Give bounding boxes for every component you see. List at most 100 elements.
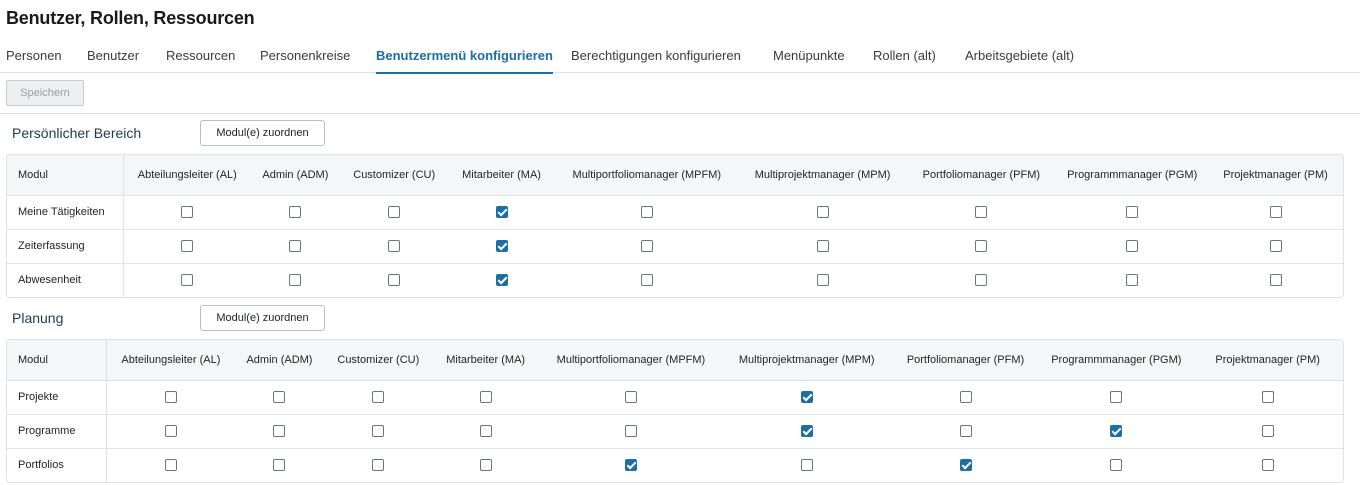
table-row: Meine Tätigkeiten [7, 195, 1343, 230]
role-module-checkbox[interactable] [164, 425, 177, 438]
role-module-checkbox[interactable] [1261, 459, 1274, 472]
role-module-checkbox[interactable] [800, 391, 813, 404]
role-cell [890, 380, 1041, 415]
role-module-checkbox[interactable] [959, 391, 972, 404]
role-module-checkbox[interactable] [959, 425, 972, 438]
role-module-checkbox[interactable] [181, 240, 194, 253]
tab-label: Menüpunkte [773, 48, 845, 63]
role-module-checkbox[interactable] [372, 459, 385, 472]
tab-benutzermenue-konfigurieren[interactable]: Benutzermenü konfigurieren [376, 48, 553, 74]
role-cell [738, 229, 907, 264]
role-module-checkbox[interactable] [975, 274, 988, 287]
role-module-checkbox[interactable] [1261, 425, 1274, 438]
role-module-checkbox[interactable] [1110, 391, 1123, 404]
role-module-checkbox[interactable] [289, 274, 302, 287]
role-module-checkbox[interactable] [624, 391, 637, 404]
role-cell [250, 229, 341, 264]
role-module-checkbox[interactable] [1269, 206, 1282, 219]
role-cell [539, 448, 723, 482]
role-module-checkbox[interactable] [1126, 240, 1139, 253]
role-cell [106, 414, 235, 449]
save-button[interactable]: Speichern [6, 80, 84, 106]
column-header-role: Admin (ADM) [250, 155, 341, 196]
assign-modules-button[interactable]: Modul(e) zuordnen [200, 305, 325, 331]
role-cell [123, 195, 251, 230]
role-module-checkbox[interactable] [1110, 425, 1123, 438]
assign-modules-button[interactable]: Modul(e) zuordnen [200, 120, 325, 146]
role-module-checkbox[interactable] [479, 391, 492, 404]
role-module-checkbox[interactable] [1261, 391, 1274, 404]
role-module-checkbox[interactable] [289, 240, 302, 253]
role-module-checkbox[interactable] [372, 425, 385, 438]
role-module-checkbox[interactable] [164, 459, 177, 472]
role-cell [124, 263, 251, 297]
role-module-checkbox[interactable] [273, 425, 286, 438]
role-module-checkbox[interactable] [624, 459, 637, 472]
role-cell [448, 195, 555, 230]
role-module-checkbox[interactable] [800, 425, 813, 438]
role-cell [722, 414, 891, 449]
table-row: Programme [7, 414, 1343, 449]
role-module-checkbox[interactable] [1110, 459, 1123, 472]
role-module-checkbox[interactable] [495, 206, 508, 219]
role-module-checkbox[interactable] [164, 391, 177, 404]
role-module-checkbox[interactable] [640, 240, 653, 253]
section-title-persoenlicher-bereich: Persönlicher Bereich [12, 125, 142, 141]
role-module-checkbox[interactable] [273, 459, 286, 472]
role-module-checkbox[interactable] [388, 206, 401, 219]
tab-personenkreise[interactable]: Personenkreise [260, 48, 350, 63]
role-cell [539, 414, 723, 449]
role-module-checkbox[interactable] [181, 274, 194, 287]
role-module-checkbox[interactable] [388, 240, 401, 253]
role-module-checkbox[interactable] [479, 425, 492, 438]
header-row: Modul Abteilungsleiter (AL) Admin (ADM) Cus… [7, 340, 1343, 381]
role-module-checkbox[interactable] [495, 274, 508, 287]
role-module-checkbox[interactable] [816, 240, 829, 253]
tab-ressourcen[interactable]: Ressourcen [166, 48, 235, 63]
role-module-checkbox[interactable] [975, 240, 988, 253]
role-cell [1192, 414, 1343, 449]
tab-label: Personen [6, 48, 62, 63]
role-cell [123, 229, 251, 264]
role-module-checkbox[interactable] [273, 391, 286, 404]
tab-berechtigungen-konfigurieren[interactable]: Berechtigungen konfigurieren [571, 48, 741, 63]
role-module-checkbox[interactable] [800, 459, 813, 472]
role-cell [891, 448, 1041, 482]
role-cell [432, 448, 539, 482]
role-module-checkbox[interactable] [1269, 274, 1282, 287]
role-cell [1056, 195, 1209, 230]
module-name: Projekte [7, 380, 108, 415]
role-module-checkbox[interactable] [181, 206, 194, 219]
header-row: Modul Abteilungsleiter (AL) Admin (ADM) Cus… [7, 155, 1343, 196]
role-module-checkbox[interactable] [1269, 240, 1282, 253]
role-module-checkbox[interactable] [624, 425, 637, 438]
role-cell [1056, 229, 1209, 264]
tab-rollen-alt[interactable]: Rollen (alt) [873, 48, 936, 63]
column-header-role: Customizer (CU) [324, 340, 433, 381]
role-module-checkbox[interactable] [1126, 274, 1139, 287]
role-cell [890, 414, 1041, 449]
role-module-checkbox[interactable] [816, 274, 829, 287]
role-module-checkbox[interactable] [816, 206, 829, 219]
role-module-checkbox[interactable] [479, 459, 492, 472]
role-module-checkbox[interactable] [975, 206, 988, 219]
role-cell [324, 414, 433, 449]
tab-personen[interactable]: Personen [6, 48, 62, 63]
tab-menuepunkte[interactable]: Menüpunkte [773, 48, 845, 63]
role-module-checkbox[interactable] [1126, 206, 1139, 219]
role-cell [1040, 414, 1193, 449]
role-module-checkbox[interactable] [372, 391, 385, 404]
role-cell [1192, 448, 1343, 482]
tab-label: Ressourcen [166, 48, 236, 63]
tab-benutzer[interactable]: Benutzer [87, 48, 139, 63]
tab-label: Berechtigungen konfigurieren [571, 48, 741, 63]
role-module-checkbox[interactable] [495, 240, 508, 253]
role-module-checkbox[interactable] [640, 206, 653, 219]
role-cell [1040, 380, 1193, 415]
role-module-checkbox[interactable] [289, 206, 302, 219]
role-module-checkbox[interactable] [640, 274, 653, 287]
role-module-checkbox[interactable] [959, 459, 972, 472]
role-cell [234, 380, 325, 415]
role-module-checkbox[interactable] [388, 274, 401, 287]
tab-arbeitsgebiete-alt[interactable]: Arbeitsgebiete (alt) [965, 48, 1074, 63]
